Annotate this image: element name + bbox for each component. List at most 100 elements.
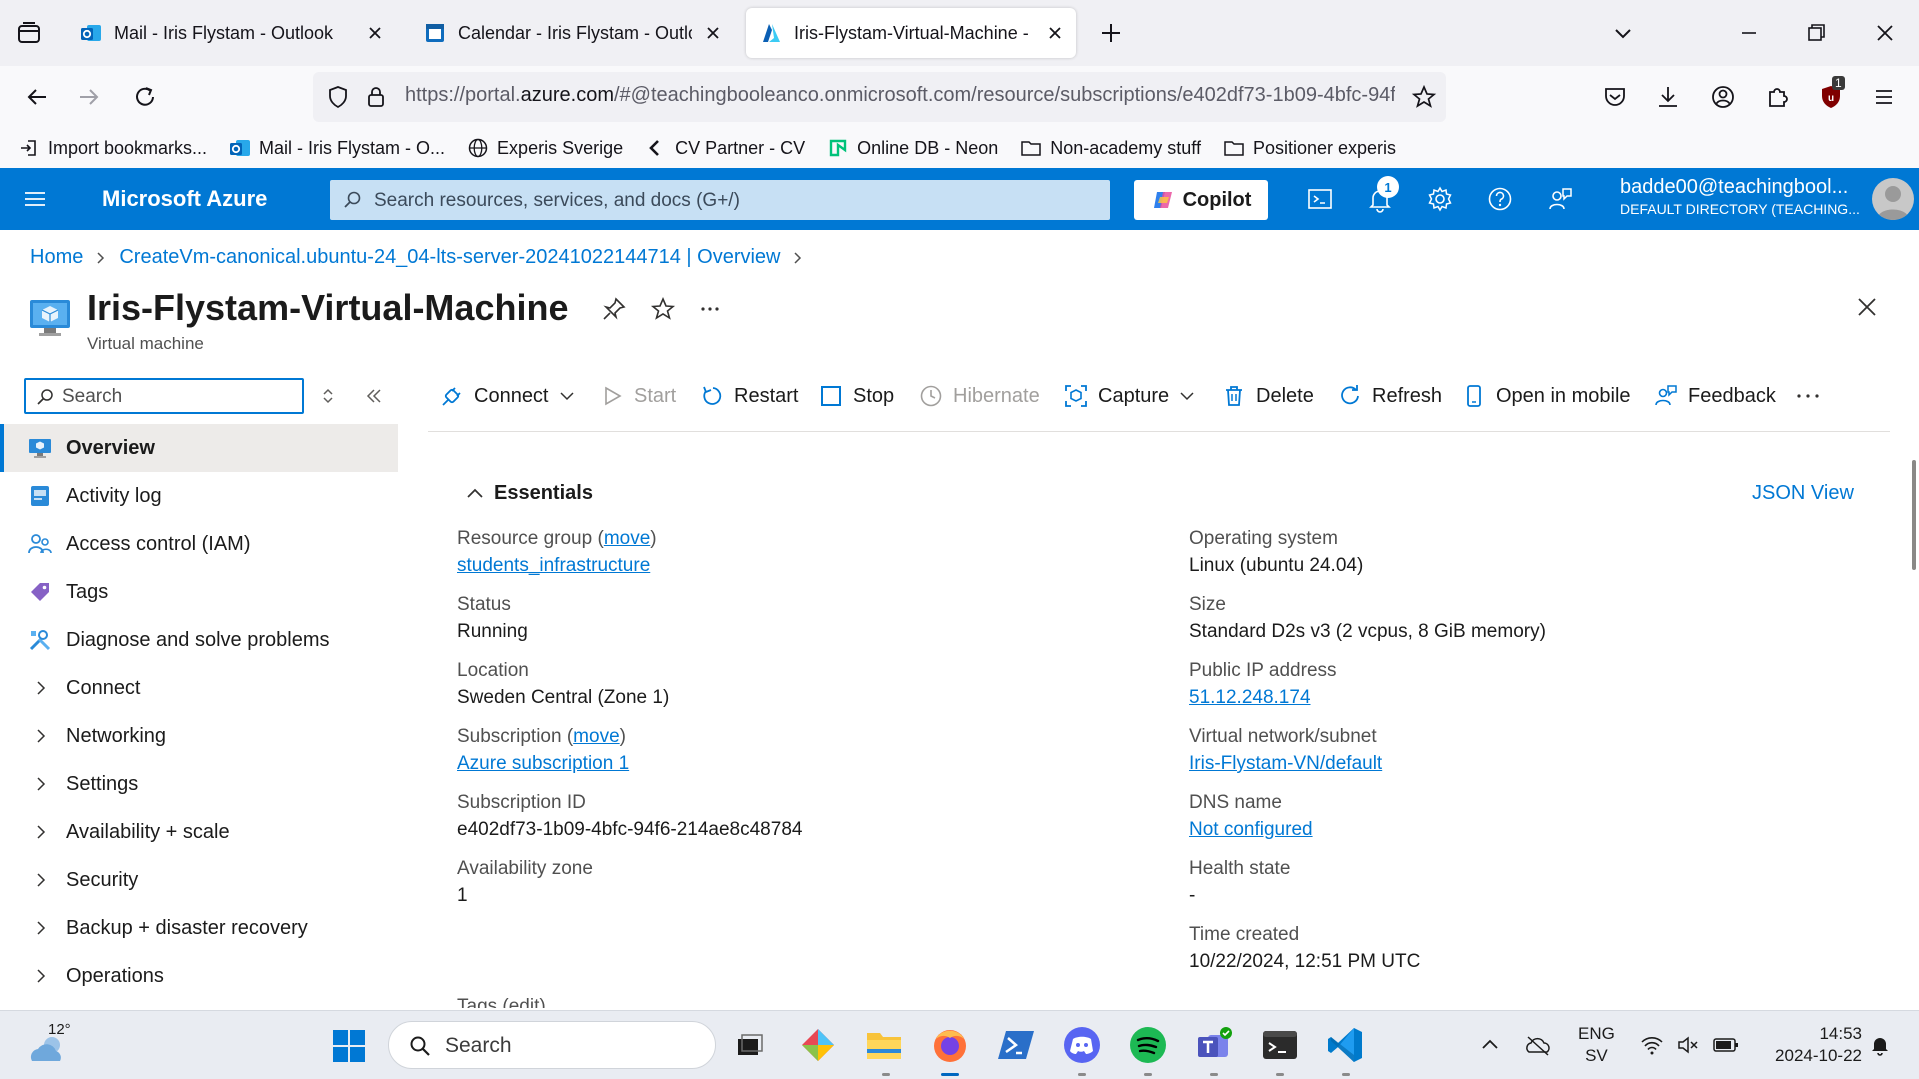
resource-menu-search-input[interactable]: Search [24, 378, 304, 414]
terminal-icon[interactable] [1260, 1025, 1300, 1065]
close-icon[interactable] [1044, 22, 1066, 44]
help-icon[interactable] [1486, 185, 1514, 213]
language-indicator[interactable]: ENG SV [1578, 1023, 1615, 1067]
feedback-icon[interactable] [1546, 185, 1574, 213]
breadcrumb-home[interactable]: Home [30, 246, 83, 269]
bookmark-mail[interactable]: Mail - Iris Flystam - O... [229, 137, 445, 159]
tab-mail[interactable]: Mail - Iris Flystam - Outlook [66, 8, 396, 58]
bookmark-import[interactable]: Import bookmarks... [18, 137, 207, 159]
notification-bell-icon[interactable] [1868, 1033, 1892, 1057]
teams-icon[interactable] [1194, 1025, 1234, 1065]
spotify-icon[interactable] [1128, 1025, 1168, 1065]
close-icon[interactable] [702, 22, 724, 44]
cloud-shell-icon[interactable] [1306, 185, 1334, 213]
scrollbar[interactable] [1912, 460, 1916, 570]
more-commands-icon[interactable] [1794, 376, 1822, 416]
sidebar-item-availability[interactable]: Availability + scale [0, 808, 398, 856]
breadcrumb-deployment[interactable]: CreateVm-canonical.ubuntu-24_04-lts-serv… [119, 246, 780, 269]
pocket-icon[interactable] [1600, 82, 1630, 112]
hamburger-menu-icon[interactable] [22, 186, 48, 212]
address-bar[interactable]: https://portal.azure.com/#@teachingboole… [313, 72, 1446, 122]
hibernate-button[interactable]: Hibernate [919, 376, 1040, 416]
wifi-icon[interactable] [1640, 1033, 1664, 1057]
public-ip-link[interactable]: 51.12.248.174 [1189, 687, 1829, 709]
bookmark-neon[interactable]: Online DB - Neon [827, 137, 998, 159]
tab-list-icon[interactable] [14, 18, 44, 48]
speaker-muted-icon[interactable] [1676, 1033, 1700, 1057]
sidebar-item-backup[interactable]: Backup + disaster recovery [0, 904, 398, 952]
sidebar-item-connect[interactable]: Connect [0, 664, 398, 712]
powershell-icon[interactable] [996, 1025, 1036, 1065]
move-link[interactable]: move [573, 726, 619, 747]
battery-icon[interactable] [1712, 1033, 1740, 1057]
resource-group-link[interactable]: students_infrastructure [457, 555, 1097, 577]
window-close-icon[interactable] [1872, 20, 1898, 46]
favorite-star-icon[interactable] [650, 296, 676, 322]
feedback-button[interactable]: Feedback [1654, 376, 1776, 416]
vscode-icon[interactable] [1326, 1025, 1366, 1065]
shield-icon[interactable] [325, 84, 351, 110]
account-menu[interactable]: badde00@teachingbool... DEFAULT DIRECTOR… [1620, 176, 1860, 217]
more-options-icon[interactable] [697, 296, 723, 322]
forward-arrow-icon[interactable] [74, 82, 104, 112]
chevron-down-icon[interactable] [1610, 20, 1636, 46]
expand-collapse-all-icon[interactable] [316, 384, 340, 408]
taskbar-search-input[interactable]: Search [388, 1021, 716, 1069]
gitkraken-icon[interactable] [798, 1025, 838, 1065]
bookmark-folder-positioner[interactable]: Positioner experis [1223, 137, 1396, 159]
sidebar-item-tags[interactable]: Tags [0, 568, 398, 616]
subscription-link[interactable]: Azure subscription 1 [457, 753, 1097, 775]
open-in-mobile-button[interactable]: Open in mobile [1462, 376, 1631, 416]
restart-button[interactable]: Restart [700, 376, 798, 416]
close-icon[interactable] [1854, 294, 1880, 320]
lock-icon[interactable] [363, 84, 389, 110]
discord-icon[interactable] [1062, 1025, 1102, 1065]
account-icon[interactable] [1708, 82, 1738, 112]
vnet-link[interactable]: Iris-Flystam-VN/default [1189, 753, 1829, 775]
delete-button[interactable]: Delete [1222, 376, 1314, 416]
extensions-icon[interactable] [1762, 82, 1792, 112]
menu-icon[interactable] [1869, 82, 1899, 112]
move-link[interactable]: move [604, 528, 650, 549]
essentials-toggle[interactable]: Essentials [466, 482, 593, 505]
reload-icon[interactable] [130, 82, 160, 112]
capture-button[interactable]: Capture [1064, 376, 1195, 416]
sidebar-item-security[interactable]: Security [0, 856, 398, 904]
task-view-icon[interactable] [730, 1025, 770, 1065]
json-view-link[interactable]: JSON View [1752, 482, 1854, 505]
dns-link[interactable]: Not configured [1189, 819, 1829, 841]
star-icon[interactable] [1411, 84, 1437, 110]
start-button[interactable]: Start [600, 376, 676, 416]
azure-brand[interactable]: Microsoft Azure [102, 186, 267, 212]
firefox-icon[interactable] [930, 1025, 970, 1065]
onedrive-offline-icon[interactable] [1524, 1033, 1552, 1057]
sidebar-item-overview[interactable]: Overview [0, 424, 398, 472]
bookmark-folder-nonacademy[interactable]: Non-academy stuff [1020, 137, 1201, 159]
restore-icon[interactable] [1803, 20, 1829, 46]
sidebar-item-diagnose[interactable]: Diagnose and solve problems [0, 616, 398, 664]
stop-button[interactable]: Stop [819, 376, 894, 416]
chevron-up-icon[interactable] [1478, 1033, 1502, 1057]
tab-azure-vm[interactable]: Iris-Flystam-Virtual-Machine - Microsoft… [746, 8, 1076, 58]
collapse-menu-icon[interactable] [362, 384, 386, 408]
sidebar-item-networking[interactable]: Networking [0, 712, 398, 760]
copilot-button[interactable]: Copilot [1134, 180, 1268, 220]
connect-button[interactable]: Connect [440, 376, 575, 416]
close-icon[interactable] [364, 22, 386, 44]
global-search-input[interactable]: Search resources, services, and docs (G+… [330, 180, 1110, 220]
new-tab-icon[interactable] [1098, 20, 1124, 46]
pin-icon[interactable] [601, 296, 627, 322]
tab-calendar[interactable]: Calendar - Iris Flystam - Outlook [410, 8, 734, 58]
sidebar-item-settings[interactable]: Settings [0, 760, 398, 808]
bookmark-cvpartner[interactable]: CV Partner - CV [645, 137, 805, 159]
sidebar-item-iam[interactable]: Access control (IAM) [0, 520, 398, 568]
minimize-icon[interactable] [1736, 20, 1762, 46]
sidebar-item-activity-log[interactable]: Activity log [0, 472, 398, 520]
system-clock[interactable]: 14:53 2024-10-22 [1752, 1023, 1862, 1067]
file-explorer-icon[interactable] [864, 1025, 904, 1065]
windows-start-icon[interactable] [332, 1029, 366, 1063]
back-arrow-icon[interactable] [22, 82, 52, 112]
download-icon[interactable] [1653, 82, 1683, 112]
avatar[interactable] [1872, 178, 1914, 220]
ublock-icon[interactable]: u 1 [1816, 76, 1846, 112]
